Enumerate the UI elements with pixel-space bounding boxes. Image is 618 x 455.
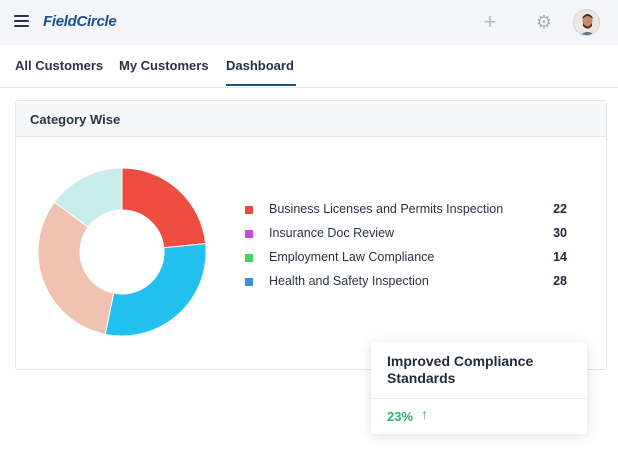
card-title: Category Wise: [16, 101, 606, 137]
legend-swatch: [245, 278, 253, 286]
tab-my-customers[interactable]: My Customers: [119, 58, 209, 73]
legend-value: 28: [553, 274, 567, 288]
legend-value: 22: [553, 202, 567, 216]
gear-icon[interactable]: ⚙: [534, 12, 554, 32]
legend-item: Health and Safety Inspection 28: [245, 273, 575, 291]
legend-label: Business Licenses and Permits Inspection: [269, 202, 504, 216]
tab-all-customers[interactable]: All Customers: [15, 58, 103, 73]
legend-item: Business Licenses and Permits Inspection…: [245, 201, 575, 219]
legend-swatch: [245, 254, 253, 262]
tab-dashboard[interactable]: Dashboard: [226, 58, 294, 73]
legend-label: Health and Safety Inspection: [269, 274, 429, 288]
legend-item: Insurance Doc Review 30: [245, 225, 575, 243]
legend-label: Employment Law Compliance: [269, 250, 435, 264]
popup-stat-value: 23%: [387, 409, 414, 424]
legend-swatch: [245, 206, 253, 214]
donut-slice-1[interactable]: [37, 201, 115, 335]
donut-slice-0[interactable]: [121, 167, 207, 249]
active-tab-indicator: [226, 84, 296, 86]
avatar[interactable]: [573, 9, 600, 36]
arrow-up-icon: ↑: [421, 406, 428, 422]
legend-swatch: [245, 230, 253, 238]
hamburger-menu-icon[interactable]: [14, 15, 29, 27]
popup-divider: [371, 398, 587, 399]
legend-value: 30: [553, 226, 567, 240]
popup-title: Improved Compliance Standards: [387, 353, 534, 386]
legend-label: Insurance Doc Review: [269, 226, 395, 240]
app-logo: FieldCircle: [43, 13, 117, 30]
legend-item: Employment Law Compliance 14: [245, 249, 575, 267]
donut-slice-3[interactable]: [104, 243, 207, 337]
donut-chart: [37, 167, 207, 337]
plus-icon[interactable]: +: [480, 11, 500, 33]
category-wise-card: Category Wise Business Licenses and Perm…: [15, 100, 607, 370]
avatar-image: [574, 10, 599, 35]
top-bar: FieldCircle + ⚙: [0, 0, 618, 45]
compliance-popup: Improved Compliance Standards 23% ↑: [371, 342, 587, 434]
legend-value: 14: [553, 250, 567, 264]
customer-tabs: All Customers My Customers Dashboard: [0, 45, 618, 88]
